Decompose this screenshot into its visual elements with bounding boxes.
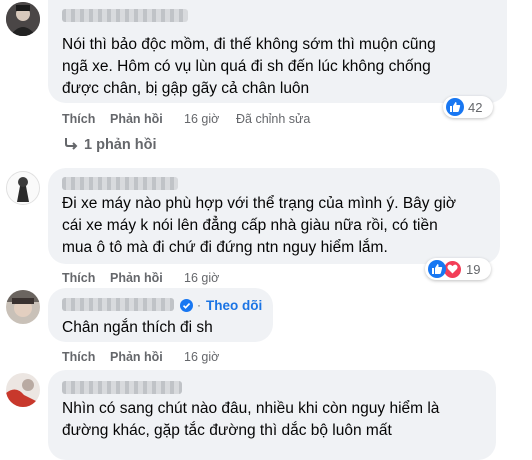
avatar[interactable]: [6, 2, 40, 36]
comment-line: Nói thì bảo độc mồm, đi thế không sớm th…: [62, 36, 436, 53]
avatar-image: [6, 2, 40, 36]
comment-time[interactable]: 16 giờ: [184, 112, 219, 126]
avatar-image: [6, 290, 40, 324]
comment-actions: Thích Phản hồi 16 giờ Đã chỉnh sửa: [62, 112, 382, 128]
like-button[interactable]: Thích: [62, 271, 95, 285]
comment-time[interactable]: 16 giờ: [184, 350, 219, 364]
like-button[interactable]: Thích: [62, 112, 95, 126]
commenter-name-blurred[interactable]: [62, 177, 178, 190]
like-icon: [446, 98, 464, 116]
separator-dot: ·: [197, 298, 201, 312]
comment-line: được chân, bị gập gãy cả chân luôn: [62, 80, 310, 97]
comment-line: cái xe máy k nói lên đẳng cấp nhà giàu n…: [62, 217, 438, 234]
commenter-name-blurred[interactable]: [62, 9, 188, 22]
commenter-name-blurred[interactable]: [62, 298, 174, 311]
comment-line: Đi xe máy nào phù hợp với thể trạng của …: [62, 195, 457, 212]
reaction-count: 19: [466, 261, 481, 277]
avatar-image: [6, 373, 40, 407]
replies-count-label: 1 phản hồi: [84, 137, 157, 153]
avatar-image: [7, 172, 39, 204]
reaction-count-badge[interactable]: 19: [425, 258, 491, 280]
avatar[interactable]: [6, 373, 40, 407]
comment-text: Nói thì bảo độc mồm, đi thế không sớm th…: [62, 34, 502, 100]
reply-button[interactable]: Phản hồi: [110, 271, 163, 285]
avatar[interactable]: [6, 171, 40, 205]
reply-button[interactable]: Phản hồi: [110, 350, 163, 364]
edited-label: Đã chỉnh sửa: [236, 112, 311, 126]
comment-text: Nhìn có sang chút nào đâu, nhiều khi còn…: [62, 398, 502, 442]
reply-button[interactable]: Phản hồi: [110, 112, 163, 126]
comment-text: Đi xe máy nào phù hợp với thể trạng của …: [62, 193, 502, 259]
comment-line: Nhìn có sang chút nào đâu, nhiều khi còn…: [62, 400, 440, 417]
comment-time[interactable]: 16 giờ: [184, 271, 219, 285]
view-replies-link[interactable]: 1 phản hồi: [64, 137, 157, 153]
commenter-name-blurred[interactable]: [62, 381, 182, 394]
reply-arrow-icon: [65, 138, 78, 150]
like-button[interactable]: Thích: [62, 350, 95, 364]
verified-badge-icon: [180, 299, 193, 312]
comment-actions: Thích Phản hồi 16 giờ: [62, 271, 312, 287]
comment-actions: Thích Phản hồi 16 giờ: [62, 350, 312, 366]
follow-button[interactable]: Theo dõi: [206, 298, 262, 313]
reaction-count: 42: [468, 99, 483, 115]
comment-line: ngã xe. Hôm có vụ lùn quá đi sh đến lúc …: [62, 58, 431, 75]
comment-text: Chân ngắn thích đi sh: [62, 317, 272, 339]
comment-line: Chân ngắn thích đi sh: [62, 319, 213, 336]
like-icon: [428, 260, 446, 278]
comment-line: mua ô tô mà đi chứ đi đứng ntn nguy hiểm…: [62, 239, 388, 256]
comment-line: đường khác, gặp tắc đường thì dắc bộ luô…: [62, 422, 392, 439]
reaction-count-badge[interactable]: 42: [443, 96, 493, 118]
avatar[interactable]: [6, 290, 40, 324]
